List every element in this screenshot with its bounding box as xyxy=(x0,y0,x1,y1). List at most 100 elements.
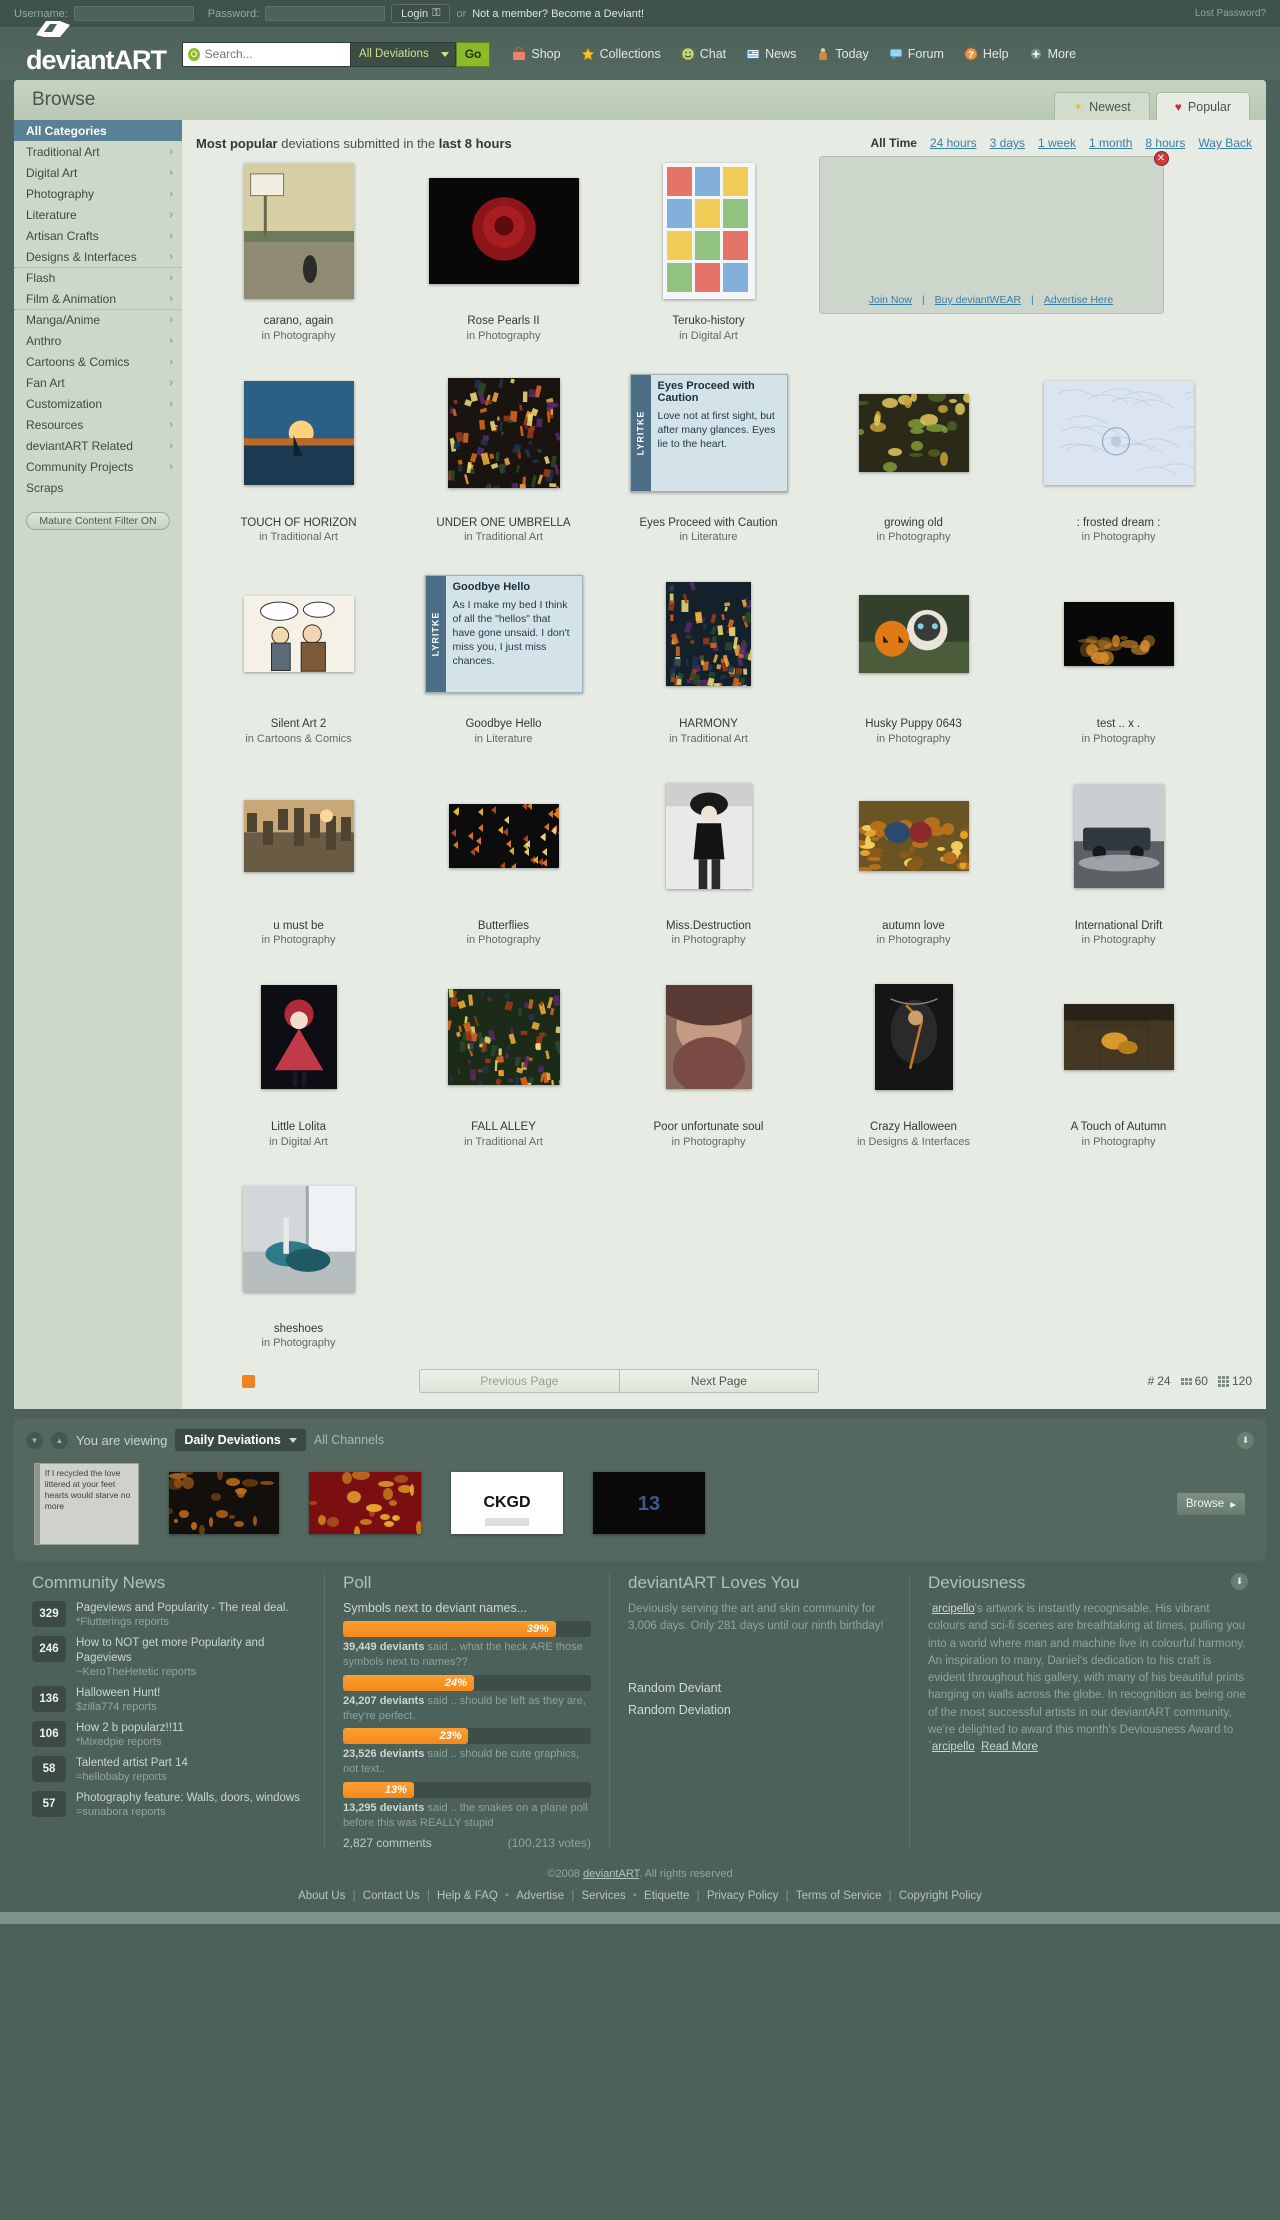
daily-deviation-item[interactable] xyxy=(309,1472,421,1537)
deviation-title[interactable]: Rose Pearls II xyxy=(467,314,539,330)
deviation-category[interactable]: in Photography xyxy=(467,330,541,342)
join-now-link[interactable]: Join Now xyxy=(869,294,912,306)
all-channels-link[interactable]: All Channels xyxy=(314,1433,384,1447)
deviation-title[interactable]: A Touch of Autumn xyxy=(1071,1120,1167,1136)
deviation-category[interactable]: in Photography xyxy=(672,934,746,946)
deviation-thumbnail[interactable] xyxy=(448,378,560,488)
lost-password-link[interactable]: Lost Password? xyxy=(1195,8,1266,19)
collapse-up-icon[interactable]: ▲ xyxy=(51,1432,68,1449)
filter-1-week[interactable]: 1 week xyxy=(1038,136,1076,150)
footer-link-terms-of-service[interactable]: Terms of Service xyxy=(796,1890,882,1902)
previous-page-button[interactable]: Previous Page xyxy=(420,1370,619,1392)
sidebar-item-manga-anime[interactable]: Manga/Anime › xyxy=(14,309,182,330)
deviation-category[interactable]: in Traditional Art xyxy=(464,1136,543,1148)
footer-link-help-faq[interactable]: Help & FAQ xyxy=(437,1890,498,1902)
filter-8-hours[interactable]: 8 hours xyxy=(1145,136,1185,150)
deviation-title[interactable]: UNDER ONE UMBRELLA xyxy=(436,516,570,532)
news-item[interactable]: 57 Photography feature: Walls, doors, wi… xyxy=(32,1791,306,1818)
deviation-title[interactable]: test .. x . xyxy=(1097,717,1140,733)
daily-deviation-item[interactable]: 13 xyxy=(593,1472,705,1537)
deviation-title[interactable]: : frosted dream : xyxy=(1077,516,1161,532)
deviation-title[interactable]: carano, again xyxy=(264,314,334,330)
footer-link-advertise[interactable]: Advertise xyxy=(516,1890,564,1902)
filter-1-month[interactable]: 1 month xyxy=(1089,136,1132,150)
sidebar-item-anthro[interactable]: Anthro › xyxy=(14,330,182,351)
literature-thumbnail[interactable]: LYRITKE Eyes Proceed with Caution Love n… xyxy=(630,374,788,492)
mature-filter-button[interactable]: Mature Content Filter ON xyxy=(26,512,170,530)
deviation-category[interactable]: in Digital Art xyxy=(679,330,738,342)
deviation-category[interactable]: in Literature xyxy=(679,531,737,543)
nav-item-more[interactable]: More xyxy=(1019,47,1086,61)
deviation-category[interactable]: in Photography xyxy=(672,1136,746,1148)
deviation-category[interactable]: in Photography xyxy=(877,531,951,543)
news-item[interactable]: 246 How to NOT get more Popularity and P… xyxy=(32,1636,306,1678)
deviation-category[interactable]: in Traditional Art xyxy=(259,531,338,543)
deviation-title[interactable]: Crazy Halloween xyxy=(870,1120,957,1136)
deviation-thumbnail[interactable] xyxy=(244,596,354,672)
channel-select[interactable]: Daily Deviations xyxy=(175,1429,306,1451)
search-go-button[interactable]: Go xyxy=(456,42,491,67)
count-24[interactable]: # 24 xyxy=(1148,1374,1171,1388)
sidebar-item-photography[interactable]: Photography › xyxy=(14,183,182,204)
poll-option[interactable]: 24% 24,207 deviants said .. should be le… xyxy=(343,1675,591,1724)
deviation-title[interactable]: Husky Puppy 0643 xyxy=(865,717,962,733)
news-title[interactable]: Photography feature: Walls, doors, windo… xyxy=(76,1791,300,1806)
collapse-panel-icon[interactable]: ⬇ xyxy=(1237,1432,1254,1449)
deviation-thumbnail[interactable] xyxy=(1044,381,1194,485)
username-input[interactable] xyxy=(74,6,194,21)
deviation-title[interactable]: sheshoes xyxy=(274,1322,323,1338)
sidebar-item-all-categories[interactable]: All Categories xyxy=(14,120,182,141)
deviation-category[interactable]: in Photography xyxy=(1082,733,1156,745)
sidebar-item-digital-art[interactable]: Digital Art › xyxy=(14,162,182,183)
deviation-category[interactable]: in Digital Art xyxy=(269,1136,328,1148)
nav-item-chat[interactable]: Chat xyxy=(671,47,736,61)
filter-3-days[interactable]: 3 days xyxy=(990,136,1025,150)
deviation-thumbnail[interactable] xyxy=(859,595,969,673)
random-deviant-link[interactable]: Random Deviant xyxy=(628,1678,891,1699)
deviation-thumbnail[interactable] xyxy=(244,381,354,485)
sidebar-item-deviantart-related[interactable]: deviantART Related › xyxy=(14,435,182,456)
artist-link[interactable]: arcipello xyxy=(932,1603,975,1615)
nav-item-forum[interactable]: Forum xyxy=(879,47,954,61)
sidebar-item-traditional-art[interactable]: Traditional Art › xyxy=(14,141,182,162)
deviation-category[interactable]: in Cartoons & Comics xyxy=(245,733,351,745)
news-item[interactable]: 136 Halloween Hunt! $zilla774 reports xyxy=(32,1686,306,1713)
deviation-title[interactable]: TOUCH OF HORIZON xyxy=(240,516,356,532)
daily-deviation-item[interactable] xyxy=(169,1472,279,1537)
deviation-thumbnail[interactable] xyxy=(875,984,953,1090)
next-page-button[interactable]: Next Page xyxy=(619,1370,819,1392)
deviation-title[interactable]: International Drift xyxy=(1075,919,1163,935)
collapse-down-icon[interactable]: ▼ xyxy=(26,1432,43,1449)
poll-option[interactable]: 13% 13,295 deviants said .. the snakes o… xyxy=(343,1782,591,1831)
deviation-title[interactable]: HARMONY xyxy=(679,717,738,733)
deviation-category[interactable]: in Photography xyxy=(467,934,541,946)
rss-icon[interactable] xyxy=(242,1375,255,1388)
sidebar-item-cartoons-comics[interactable]: Cartoons & Comics › xyxy=(14,351,182,372)
deviantart-logo[interactable]: deviantART xyxy=(26,33,166,76)
deviation-title[interactable]: growing old xyxy=(884,516,943,532)
search-scope-select[interactable]: All Deviations xyxy=(350,42,456,67)
filter-way-back[interactable]: Way Back xyxy=(1198,136,1252,150)
footer-link-contact-us[interactable]: Contact Us xyxy=(363,1890,420,1902)
daily-literature-thumbnail[interactable]: If I recycled the love littered at your … xyxy=(34,1463,139,1545)
deviation-thumbnail[interactable] xyxy=(666,582,751,686)
news-reporter[interactable]: *Mixedpie reports xyxy=(76,1736,184,1748)
news-item[interactable]: 58 Talented artist Part 14 =hellobaby re… xyxy=(32,1756,306,1783)
deviation-thumbnail[interactable] xyxy=(448,989,560,1085)
deviation-thumbnail[interactable] xyxy=(1064,1004,1174,1070)
deviation-category[interactable]: in Photography xyxy=(262,1337,336,1349)
deviation-title[interactable]: Teruko-history xyxy=(672,314,744,330)
daily-deviation-item[interactable]: If I recycled the love littered at your … xyxy=(34,1463,139,1545)
deviation-thumbnail[interactable] xyxy=(244,800,354,872)
daily-deviation-thumbnail[interactable]: CKGD xyxy=(451,1472,563,1534)
deviation-thumbnail[interactable] xyxy=(1074,784,1164,888)
random-deviation-link[interactable]: Random Deviation xyxy=(628,1700,891,1721)
daily-deviation-thumbnail[interactable] xyxy=(169,1472,279,1534)
deviation-thumbnail[interactable] xyxy=(666,985,752,1089)
deviation-category[interactable]: in Designs & Interfaces xyxy=(857,1136,970,1148)
deviation-thumbnail[interactable] xyxy=(666,783,752,889)
deviation-thumbnail[interactable] xyxy=(261,985,337,1089)
news-reporter[interactable]: =sunabora reports xyxy=(76,1806,300,1818)
news-title[interactable]: Talented artist Part 14 xyxy=(76,1756,188,1771)
news-reporter[interactable]: *Flutterings reports xyxy=(76,1616,289,1628)
